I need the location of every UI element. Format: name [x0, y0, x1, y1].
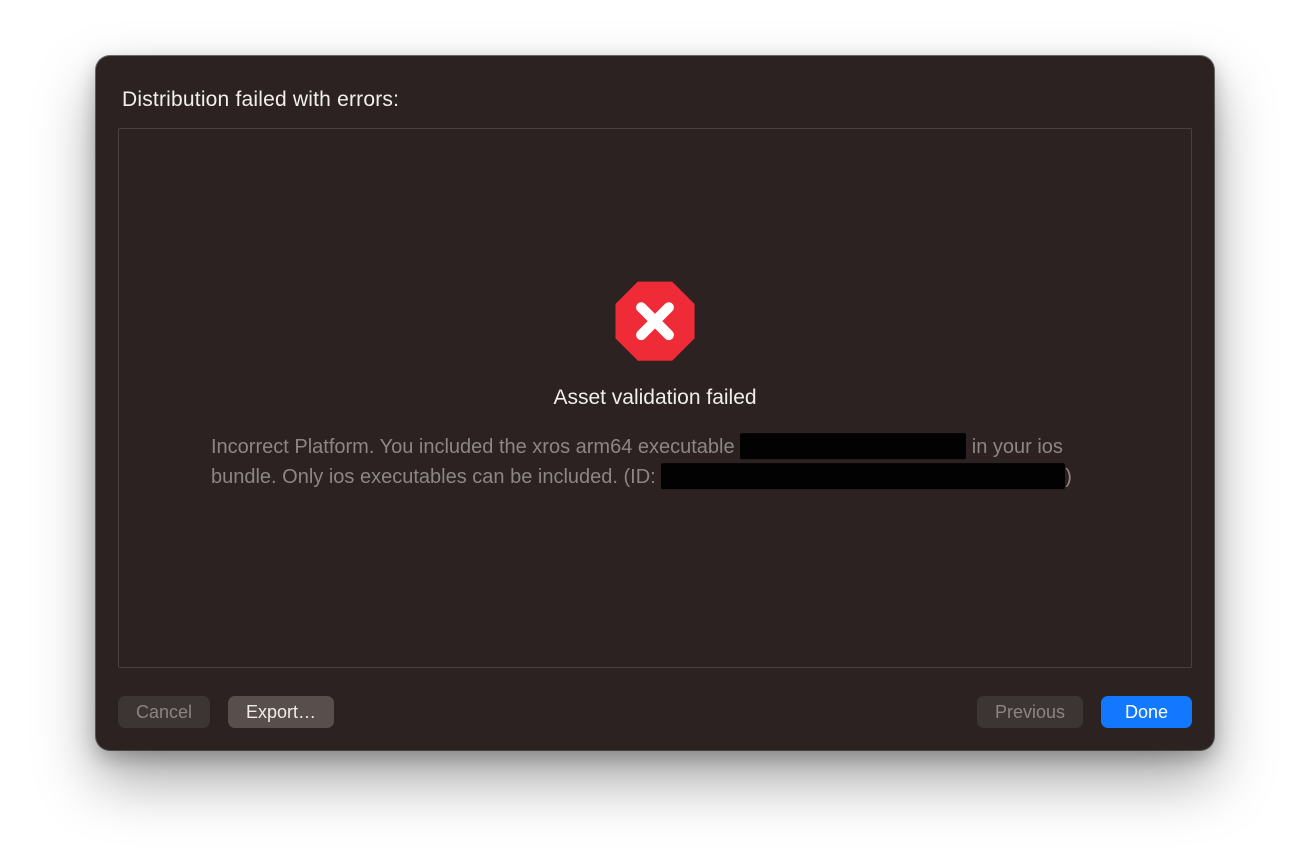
distribution-error-sheet: Distribution failed with errors: Asset v… [96, 56, 1214, 750]
sheet-title: Distribution failed with errors: [122, 88, 1192, 112]
button-row: Cancel Export… Previous Done [118, 696, 1192, 728]
error-desc-part3: ) [1065, 466, 1072, 488]
previous-button: Previous [977, 696, 1083, 728]
error-stop-icon [612, 278, 698, 364]
error-content-box: Asset validation failed Incorrect Platfo… [118, 128, 1192, 668]
done-button[interactable]: Done [1101, 696, 1192, 728]
error-description: Incorrect Platform. You included the xro… [205, 432, 1105, 492]
error-center-stack: Asset validation failed Incorrect Platfo… [119, 278, 1191, 492]
cancel-button: Cancel [118, 696, 210, 728]
redacted-executable-path [740, 433, 966, 459]
error-desc-part1: Incorrect Platform. You included the xro… [211, 436, 740, 458]
redacted-error-id [661, 463, 1065, 489]
export-button[interactable]: Export… [228, 696, 334, 728]
error-title: Asset validation failed [553, 386, 756, 410]
